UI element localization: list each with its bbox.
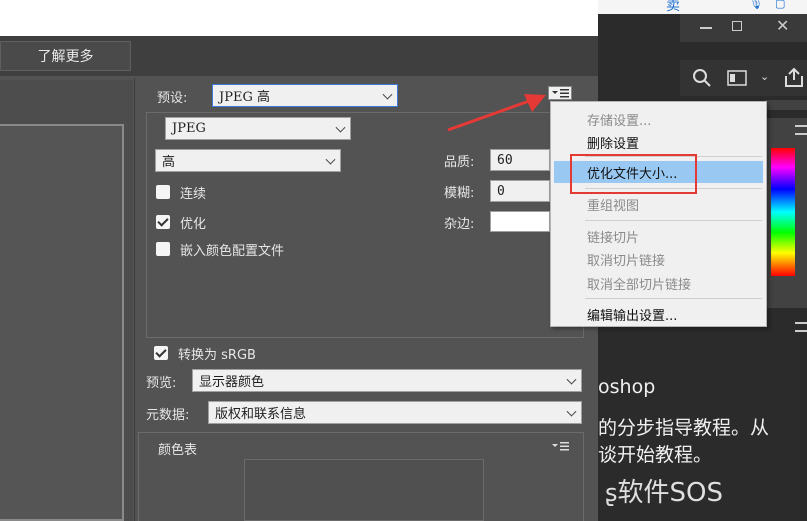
chevron-down-icon — [325, 154, 336, 165]
learn-panel-title: oshop — [598, 376, 656, 398]
panel-menu-icon — [552, 89, 569, 98]
share-icon[interactable] — [783, 66, 805, 88]
preview-image-frame — [0, 124, 124, 521]
menu-item-link-slices[interactable]: 链接切片 — [551, 225, 766, 247]
folder-icon: ▢ — [775, 0, 786, 10]
learn-more-label: 了解更多 — [37, 49, 94, 65]
watermark-text: 软件SOS — [617, 478, 723, 508]
menu-separator — [585, 220, 762, 221]
format-dropdown[interactable]: JPEG — [165, 117, 351, 140]
watermark: ʂ软件SOS — [605, 472, 805, 512]
menu-item-edit-output-settings[interactable]: 编辑输出设置... — [551, 303, 766, 325]
quality-input[interactable]: 60 — [490, 149, 550, 171]
blur-input[interactable]: 0 — [490, 180, 550, 202]
menu-item-delete-settings[interactable]: 删除设置 — [551, 131, 766, 153]
chevron-down-icon — [382, 89, 393, 100]
menu-separator — [585, 298, 762, 299]
dialog-titlebar — [0, 0, 598, 36]
quality-preset-dropdown[interactable]: 高 — [155, 149, 341, 172]
preset-dropdown[interactable]: JPEG 高 — [212, 84, 398, 107]
panel-icon[interactable] — [727, 70, 747, 86]
hue-spectrum-slider[interactable] — [771, 148, 795, 276]
panel-menu-icon[interactable] — [795, 125, 807, 135]
quality-label: 品质: — [444, 155, 475, 170]
format-value: JPEG — [172, 121, 206, 136]
chevron-down-icon — [335, 122, 346, 133]
embed-profile-label: 嵌入颜色配置文件 — [180, 244, 285, 259]
progressive-checkbox[interactable] — [156, 185, 170, 199]
color-table-label: 颜色表 — [158, 443, 198, 458]
annotation-arrow — [447, 94, 546, 132]
search-icon[interactable] — [692, 68, 712, 88]
preview-value: 显示器颜色 — [199, 375, 265, 390]
menu-item-save-settings[interactable]: 存储设置... — [551, 108, 766, 130]
close-icon[interactable]: ✕ — [776, 16, 789, 35]
blur-label: 模糊: — [444, 186, 475, 201]
metadata-dropdown[interactable]: 版权和联系信息 — [208, 401, 582, 424]
matte-label: 杂边: — [444, 217, 475, 232]
matte-color-swatch[interactable] — [490, 211, 550, 232]
quality-preset-value: 高 — [162, 155, 176, 170]
learn-more-button[interactable]: 了解更多 — [0, 41, 131, 71]
panel-tab-bar — [765, 100, 807, 110]
preview-label: 预览: — [146, 376, 177, 391]
optimized-checkbox[interactable] — [156, 215, 170, 229]
browser-tab-icons: 🎙 ▢ — [745, 0, 807, 14]
learn-panel-text-line2: 谈开始教程。 — [598, 444, 713, 466]
preview-dropdown[interactable]: 显示器颜色 — [192, 369, 582, 392]
convert-srgb-checkbox[interactable] — [154, 346, 168, 360]
learn-panel-text-line1: 的分步指导教程。从 — [598, 417, 770, 439]
mic-icon: 🎙 — [749, 0, 763, 10]
panel-context-menu: 存储设置... 删除设置 优化文件大小... 重组视图 链接切片 取消切片链接 … — [550, 101, 767, 327]
chevron-down-icon — [566, 374, 577, 385]
browser-tab-text: 卖 — [666, 0, 680, 14]
blur-value: 0 — [497, 183, 505, 199]
color-table-menu-icon[interactable] — [552, 440, 570, 452]
metadata-label: 元数据: — [146, 408, 190, 423]
color-table-swatches — [244, 459, 484, 521]
preset-label: 预设: — [157, 91, 188, 106]
metadata-value: 版权和联系信息 — [215, 407, 307, 422]
minimize-icon[interactable] — [700, 27, 712, 29]
browser-tab[interactable]: 卖 — [648, 0, 690, 14]
maximize-icon[interactable] — [732, 21, 742, 31]
convert-srgb-label: 转换为 sRGB — [178, 348, 256, 363]
preset-value: JPEG 高 — [219, 90, 270, 105]
progressive-label: 连续 — [180, 187, 207, 202]
annotation-highlight-box — [570, 154, 697, 194]
panel-menu-icon[interactable] — [795, 322, 807, 332]
embed-profile-checkbox[interactable] — [156, 242, 170, 256]
quality-value: 60 — [497, 152, 513, 168]
chevron-down-icon[interactable]: ⌄ — [760, 70, 769, 83]
optimized-label: 优化 — [180, 217, 207, 232]
menu-item-unlink-all-slices[interactable]: 取消全部切片链接 — [551, 272, 766, 294]
watermark-logo-icon: ʂ — [605, 479, 618, 507]
menu-item-unlink-slice[interactable]: 取消切片链接 — [551, 248, 766, 270]
menu-item-repopulate-views[interactable]: 重组视图 — [551, 193, 766, 215]
panel-menu-button[interactable] — [548, 86, 572, 100]
chevron-down-icon — [566, 406, 577, 417]
